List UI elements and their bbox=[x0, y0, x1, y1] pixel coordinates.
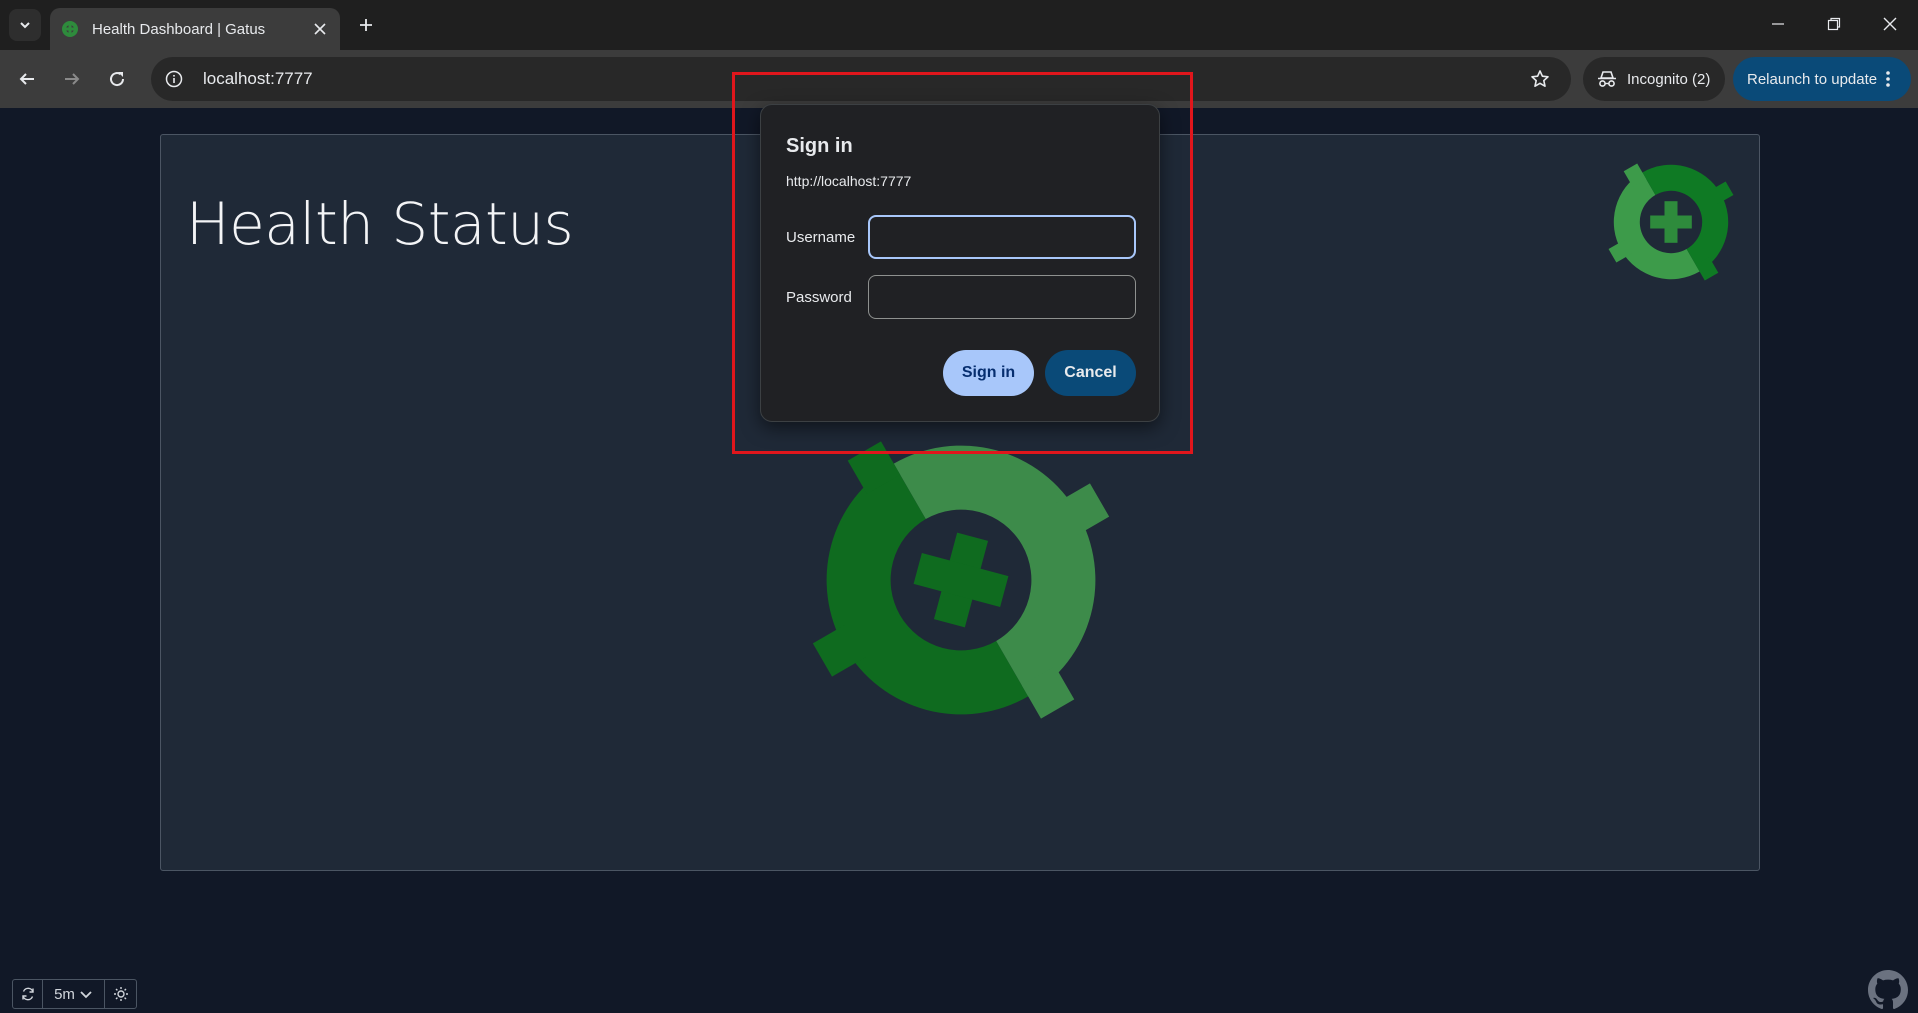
refresh-interval-value: 5m bbox=[54, 985, 75, 1003]
plus-icon bbox=[360, 19, 372, 31]
minimize-button[interactable] bbox=[1750, 0, 1806, 48]
bookmark-star-icon[interactable] bbox=[1523, 62, 1557, 96]
chevron-down-icon bbox=[80, 991, 92, 999]
incognito-label: Incognito (2) bbox=[1627, 70, 1711, 88]
close-window-button[interactable] bbox=[1862, 0, 1918, 48]
minimize-icon bbox=[1772, 23, 1784, 25]
arrow-left-icon bbox=[19, 73, 34, 85]
github-icon[interactable] bbox=[1868, 970, 1908, 1010]
tab-strip: Health Dashboard | Gatus bbox=[0, 0, 1918, 50]
gatus-logo-icon bbox=[1608, 163, 1734, 281]
relaunch-button[interactable]: Relaunch to update bbox=[1733, 57, 1911, 101]
settings-bar: 5m bbox=[12, 979, 137, 1009]
reload-button[interactable] bbox=[100, 62, 134, 96]
incognito-icon bbox=[1598, 71, 1616, 87]
back-button[interactable] bbox=[10, 62, 44, 96]
browser-tab[interactable]: Health Dashboard | Gatus bbox=[50, 8, 340, 50]
close-tab-icon[interactable] bbox=[310, 19, 330, 39]
refresh-button[interactable] bbox=[13, 980, 43, 1008]
arrow-right-icon bbox=[65, 73, 80, 85]
sun-icon bbox=[113, 987, 128, 1001]
chevron-down-icon bbox=[20, 22, 30, 29]
site-info-icon[interactable] bbox=[159, 64, 189, 94]
more-vert-icon bbox=[1886, 71, 1890, 87]
gatus-logo-large-icon bbox=[812, 441, 1110, 719]
close-icon bbox=[1883, 17, 1897, 31]
restore-icon bbox=[1827, 17, 1841, 31]
tab-search-button[interactable] bbox=[9, 9, 41, 41]
restore-button[interactable] bbox=[1806, 0, 1862, 48]
tab-title: Health Dashboard | Gatus bbox=[92, 20, 266, 38]
new-tab-button[interactable] bbox=[352, 11, 380, 39]
incognito-button[interactable]: Incognito (2) bbox=[1583, 57, 1725, 101]
page-title: Health Status bbox=[186, 190, 574, 258]
theme-toggle-button[interactable] bbox=[105, 980, 136, 1008]
relaunch-label: Relaunch to update bbox=[1747, 70, 1878, 88]
gatus-favicon-icon bbox=[62, 21, 78, 37]
highlight-box bbox=[732, 72, 1193, 454]
forward-button[interactable] bbox=[55, 62, 89, 96]
reload-icon bbox=[110, 72, 125, 87]
refresh-icon bbox=[21, 987, 34, 1001]
refresh-interval-select[interactable]: 5m bbox=[43, 980, 105, 1008]
